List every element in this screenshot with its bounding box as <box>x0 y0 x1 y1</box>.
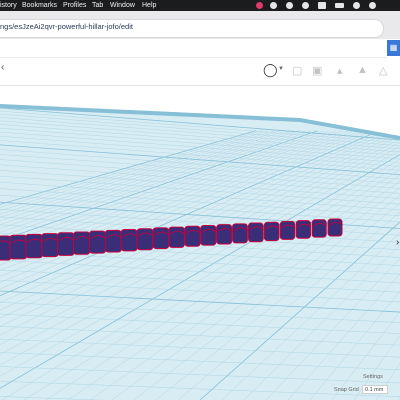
chain-link[interactable] <box>263 221 280 242</box>
chain-link[interactable] <box>136 228 154 251</box>
status-vpn-icon[interactable] <box>270 2 277 9</box>
settings-label[interactable]: Settings <box>363 374 383 380</box>
chain-link[interactable] <box>57 232 75 256</box>
chain-link[interactable] <box>41 233 59 258</box>
address-bar-url[interactable]: ngs/esJzeAi2qvr-powerful-hillar-jofo/edi… <box>0 22 133 31</box>
chain-link[interactable] <box>25 233 44 259</box>
extension-grid-icon[interactable]: ▦ <box>387 40 400 56</box>
chain-link[interactable] <box>200 224 217 246</box>
menu-history[interactable]: istory <box>0 0 17 11</box>
snap-grid-label: Snap Grid <box>334 387 359 393</box>
chain-link[interactable] <box>0 235 12 261</box>
macos-menubar: istory Bookmarks Profiles Tab Window Hel… <box>0 0 400 11</box>
screen: istory Bookmarks Profiles Tab Window Hel… <box>0 0 400 400</box>
menu-profiles[interactable]: Profiles <box>63 0 86 11</box>
chain-link[interactable] <box>279 220 296 240</box>
menu-tab[interactable]: Tab <box>92 0 103 11</box>
status-window-icon[interactable] <box>318 2 326 9</box>
app-header <box>0 40 387 58</box>
menu-help[interactable]: Help <box>142 0 156 11</box>
status-battery-icon[interactable] <box>335 3 344 8</box>
menu-bookmarks[interactable]: Bookmarks <box>22 0 57 11</box>
snap-grid-select[interactable]: 0.1 mm <box>362 385 388 394</box>
status-shield-icon[interactable] <box>302 2 309 9</box>
status-wifi-icon[interactable] <box>353 2 360 9</box>
chain-link[interactable] <box>120 229 138 252</box>
status-sync-icon[interactable] <box>286 2 293 9</box>
chevron-left-icon[interactable]: ‹ <box>1 62 4 73</box>
chain-link[interactable] <box>104 229 122 253</box>
chain-link[interactable] <box>184 225 201 247</box>
status-icons <box>256 0 376 11</box>
chain-link[interactable] <box>295 220 311 239</box>
chain-link[interactable] <box>327 218 343 237</box>
menu-window[interactable]: Window <box>110 0 135 11</box>
lightbulb-icon[interactable]: ◯ <box>263 62 278 78</box>
chain-link[interactable] <box>168 226 185 248</box>
mirror-icon[interactable]: ▲ <box>357 64 368 76</box>
chain-link[interactable] <box>311 219 327 238</box>
ungroup-icon[interactable]: ▣ <box>312 64 322 77</box>
status-search-icon[interactable] <box>369 2 376 9</box>
chain-link[interactable] <box>152 227 170 250</box>
view-chevron-right-icon[interactable]: › <box>396 237 399 248</box>
workplane-canvas[interactable]: › <box>0 86 400 400</box>
chain-link[interactable] <box>88 230 107 254</box>
chain-link[interactable] <box>232 223 248 244</box>
chain-link[interactable] <box>9 234 28 260</box>
cruise-icon[interactable]: △ <box>379 64 387 77</box>
chain-link[interactable] <box>73 231 91 255</box>
workplane-svg: › <box>0 104 400 400</box>
align-icon[interactable]: ▴ <box>337 64 343 77</box>
chain-link[interactable] <box>247 222 264 243</box>
chain-link[interactable] <box>216 224 233 245</box>
chevron-down-icon[interactable]: ▼ <box>278 66 284 72</box>
status-app-icon[interactable] <box>256 2 263 9</box>
group-icon[interactable]: ▢ <box>292 64 302 77</box>
